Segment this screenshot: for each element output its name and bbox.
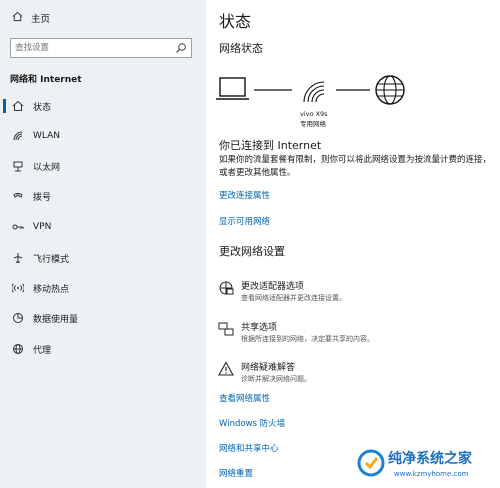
network-status-heading: 网络状态: [219, 42, 263, 55]
data-usage-icon: [11, 312, 25, 324]
main-panel: 状态 网络状态 vivo X9s 专用网络 你已连接到 Internet 如果你…: [206, 0, 500, 488]
option-title: 共享选项: [241, 323, 278, 333]
sidebar-item-label: 数据使用量: [33, 314, 79, 325]
globe-icon: [11, 343, 25, 355]
sidebar-item-label: 状态: [33, 102, 52, 113]
sidebar-item-label: VPN: [33, 222, 52, 232]
option-title: 网络疑难解答: [241, 363, 296, 373]
sidebar-item-label: 代理: [33, 345, 52, 356]
section-title: 网络和 Internet: [10, 75, 82, 85]
home-network-icon: [11, 100, 25, 112]
hotspot-icon: [11, 282, 25, 294]
sidebar-item-hotspot[interactable]: 移动热点: [0, 277, 206, 299]
watermark: 纯净系统之家 www.kzmyhome.com: [356, 446, 498, 486]
sidebar: 主页 网络和 Internet 状态 WLAN 以太网 拨号 V: [0, 0, 206, 488]
adapter-icon: [218, 280, 234, 296]
sidebar-item-proxy[interactable]: 代理: [0, 338, 206, 360]
sidebar-item-status[interactable]: 状态: [0, 95, 206, 117]
sidebar-item-airplane[interactable]: 飞行模式: [0, 247, 206, 269]
option-troubleshoot[interactable]: 网络疑难解答 诊断并解决网络问题。: [206, 359, 500, 391]
ethernet-icon: [11, 160, 25, 172]
dialup-icon: [11, 190, 25, 202]
vpn-icon: [11, 221, 25, 233]
network-sharing-center-link[interactable]: 网络和共享中心: [219, 442, 279, 454]
wifi-icon: [303, 81, 325, 103]
network-name: vivo X9s: [300, 110, 328, 118]
show-available-networks-link[interactable]: 显示可用网络: [219, 215, 270, 227]
globe-icon: [375, 75, 405, 105]
sidebar-item-data-usage[interactable]: 数据使用量: [0, 307, 206, 329]
watermark-logo-icon: [356, 448, 386, 481]
watermark-url: www.kzmyhome.com: [394, 470, 469, 478]
airplane-icon: [11, 252, 25, 264]
laptop-icon: [216, 77, 249, 100]
sidebar-item-ethernet[interactable]: 以太网: [0, 155, 206, 177]
sidebar-item-label: WLAN: [33, 131, 61, 141]
option-title: 更改适配器选项: [241, 282, 305, 292]
option-sharing[interactable]: 共享选项 根据所连接到的网络，决定要共享的内容。: [206, 319, 500, 351]
sidebar-item-vpn[interactable]: VPN: [0, 216, 206, 238]
view-network-properties-link[interactable]: 查看网络属性: [219, 392, 270, 404]
windows-firewall-link[interactable]: Windows 防火墙: [219, 417, 285, 429]
sidebar-item-label: 拨号: [33, 192, 52, 203]
option-adapter[interactable]: 更改适配器选项 查看网络适配器并更改连接设置。: [206, 278, 500, 310]
option-description: 查看网络适配器并更改连接设置。: [241, 294, 346, 302]
sidebar-item-label: 以太网: [33, 162, 61, 173]
connection-status-title: 你已连接到 Internet: [219, 139, 322, 152]
search-box[interactable]: [10, 38, 192, 58]
watermark-title: 纯净系统之家: [388, 451, 472, 467]
change-connection-properties-link[interactable]: 更改连接属性: [219, 189, 270, 201]
network-diagram: vivo X9s 专用网络: [216, 72, 416, 132]
warning-icon: [218, 361, 234, 377]
search-icon[interactable]: [175, 42, 187, 57]
sharing-icon: [218, 321, 234, 337]
search-input[interactable]: [15, 41, 165, 55]
page-title: 状态: [219, 12, 252, 31]
sidebar-item-dialup[interactable]: 拨号: [0, 185, 206, 207]
option-description: 根据所连接到的网络，决定要共享的内容。: [241, 335, 374, 343]
connection-description: 如果你的流量套餐有限制，则你可以将此网络设置为按流量计费的连接，或者更改其他属性…: [219, 155, 492, 178]
home-link[interactable]: 主页: [12, 11, 50, 25]
option-description: 诊断并解决网络问题。: [241, 375, 311, 383]
sidebar-item-label: 飞行模式: [33, 254, 70, 265]
home-label: 主页: [31, 14, 51, 25]
wifi-icon: [11, 130, 25, 142]
change-settings-heading: 更改网络设置: [219, 245, 285, 258]
home-icon: [12, 11, 23, 25]
network-reset-link[interactable]: 网络重置: [219, 467, 253, 479]
sidebar-item-label: 移动热点: [33, 284, 70, 295]
network-type: 专用网络: [300, 120, 326, 128]
sidebar-item-wlan[interactable]: WLAN: [0, 125, 206, 147]
